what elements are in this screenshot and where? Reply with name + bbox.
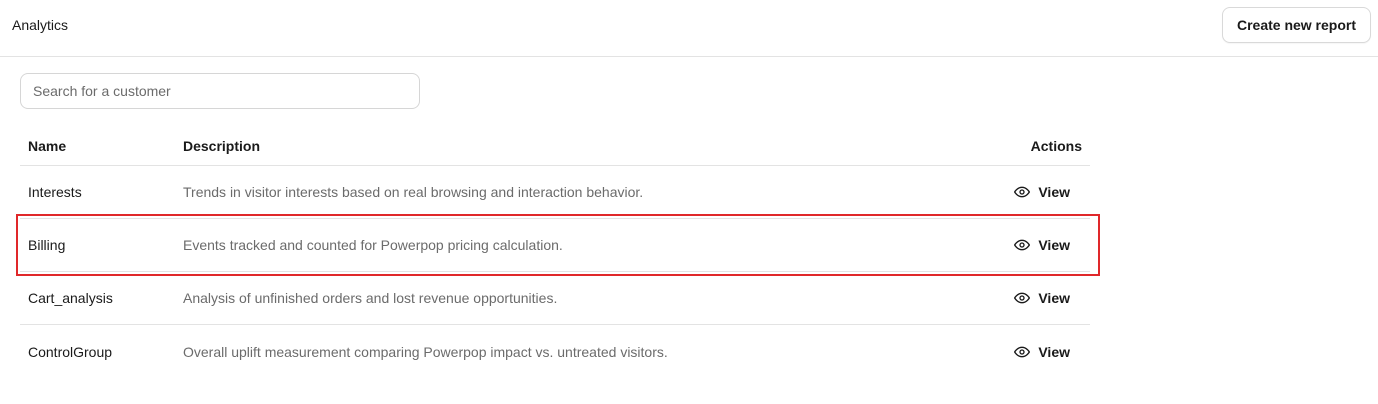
search-input[interactable] bbox=[20, 73, 420, 109]
report-name: Interests bbox=[28, 184, 82, 200]
view-report-button[interactable]: View bbox=[1014, 344, 1070, 360]
view-report-button[interactable]: View bbox=[1014, 237, 1070, 253]
column-header-name: Name bbox=[28, 137, 67, 154]
view-label: View bbox=[1038, 237, 1070, 253]
eye-icon bbox=[1014, 239, 1031, 251]
table-row: Interests Trends in visitor interests ba… bbox=[20, 166, 1090, 219]
app-header: Analytics Create new report bbox=[0, 0, 1378, 57]
view-report-button[interactable]: View bbox=[1014, 184, 1070, 200]
eye-icon bbox=[1014, 346, 1031, 357]
table-header-row: Name Description Actions bbox=[20, 126, 1090, 166]
report-description: Overall uplift measurement comparing Pow… bbox=[183, 343, 668, 360]
page-title: Analytics bbox=[12, 17, 69, 33]
view-report-button[interactable]: View bbox=[1014, 290, 1070, 306]
eye-icon bbox=[1014, 186, 1031, 198]
report-description: Events tracked and counted for Powerpop … bbox=[183, 237, 563, 253]
view-label: View bbox=[1038, 184, 1070, 200]
report-description: Trends in visitor interests based on rea… bbox=[183, 184, 644, 200]
column-header-actions: Actions bbox=[1030, 137, 1082, 154]
report-name: Cart_analysis bbox=[28, 290, 113, 306]
report-name: ControlGroup bbox=[28, 343, 113, 360]
report-description: Analysis of unfinished orders and lost r… bbox=[183, 290, 558, 306]
column-header-description: Description bbox=[183, 137, 261, 154]
create-new-report-button[interactable]: Create new report bbox=[1222, 7, 1371, 43]
view-label: View bbox=[1038, 290, 1070, 306]
table-row: Billing Events tracked and counted for P… bbox=[20, 219, 1090, 272]
table-row: Cart_analysis Analysis of unfinished ord… bbox=[20, 272, 1090, 325]
reports-table: Name Description Actions Interests Trend… bbox=[20, 126, 1090, 378]
table-row: ControlGroup Overall uplift measurement … bbox=[20, 325, 1090, 378]
report-name: Billing bbox=[28, 237, 66, 253]
eye-icon bbox=[1014, 292, 1031, 304]
view-label: View bbox=[1038, 343, 1070, 360]
